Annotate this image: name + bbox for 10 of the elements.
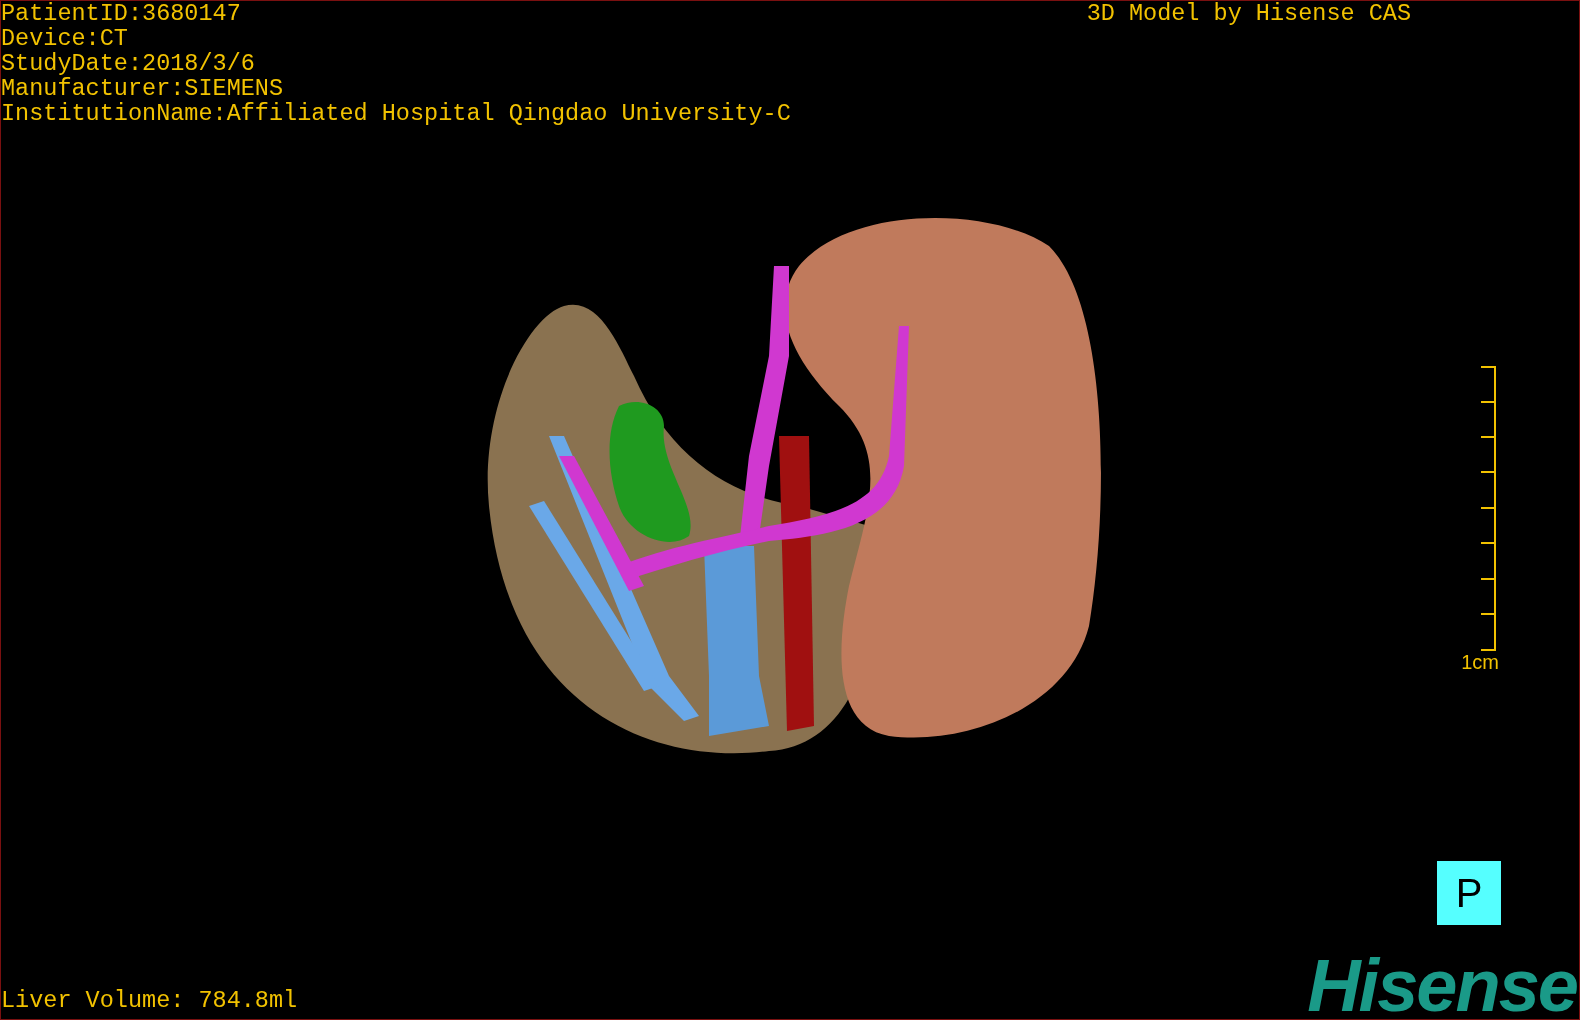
orientation-marker: P [1437, 861, 1501, 925]
logo: Hisense [1307, 953, 1577, 1019]
scale-label: 1cm [1461, 651, 1499, 673]
view-title: 3D Model by Hisense CAS [1086, 1, 1411, 26]
info-line: Device:CT [1, 26, 129, 51]
info-line: Manufacturer:SIEMENS [1, 76, 285, 101]
info-line: StudyDate:2018/3/6 [1, 51, 256, 76]
info-line: InstitutionName:Affiliated Hospital Qingdao University-C [1, 101, 791, 126]
info-line: PatientID:3680147 [1, 1, 242, 26]
liver-volume: Liver Volume: 784.8ml [1, 988, 298, 1013]
